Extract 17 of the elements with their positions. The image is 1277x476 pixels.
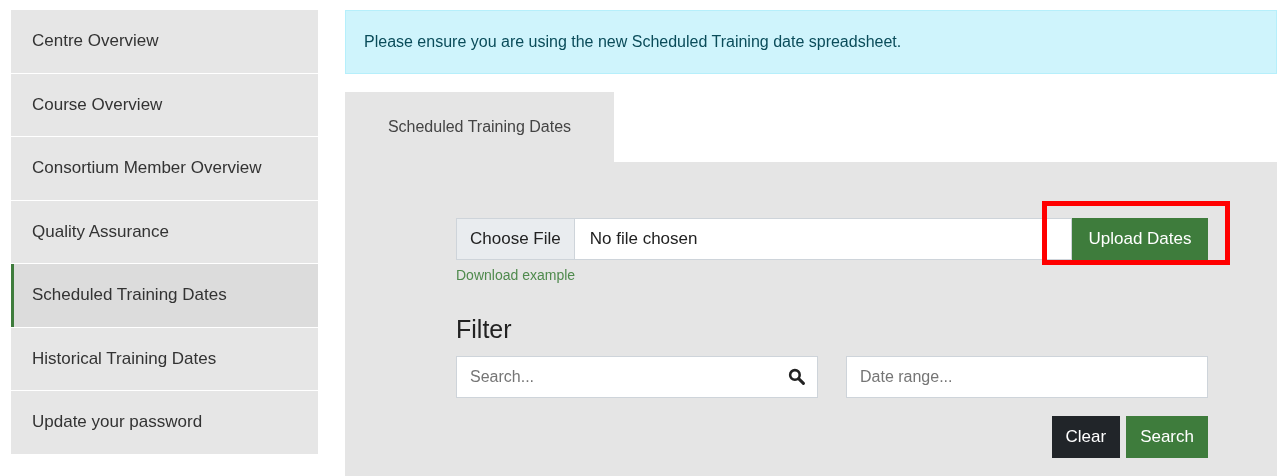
- file-input[interactable]: Choose File No file chosen: [456, 218, 1072, 260]
- sidebar-item[interactable]: Centre Overview: [11, 10, 318, 73]
- search-icon: [788, 368, 805, 385]
- sidebar-item[interactable]: Scheduled Training Dates: [11, 264, 318, 327]
- upload-button[interactable]: Upload Dates: [1072, 218, 1208, 260]
- sidebar-item[interactable]: Consortium Member Overview: [11, 137, 318, 200]
- clear-button[interactable]: Clear: [1051, 416, 1121, 458]
- sidebar-item[interactable]: Update your password: [11, 391, 318, 454]
- sidebar-item[interactable]: Quality Assurance: [11, 200, 318, 263]
- filter-heading: Filter: [456, 315, 513, 344]
- date-range-field[interactable]: Date range...: [846, 356, 1208, 398]
- search-button[interactable]: Search: [1126, 416, 1208, 458]
- tab[interactable]: Scheduled Training Dates: [345, 92, 614, 162]
- sidebar-item[interactable]: Historical Training Dates: [11, 327, 318, 390]
- alert-text: Please ensure you are using the new Scheduled Training date spreadsheet.: [364, 33, 902, 51]
- search-field[interactable]: Search...: [456, 356, 818, 398]
- sidebar-item[interactable]: Course Overview: [11, 73, 318, 136]
